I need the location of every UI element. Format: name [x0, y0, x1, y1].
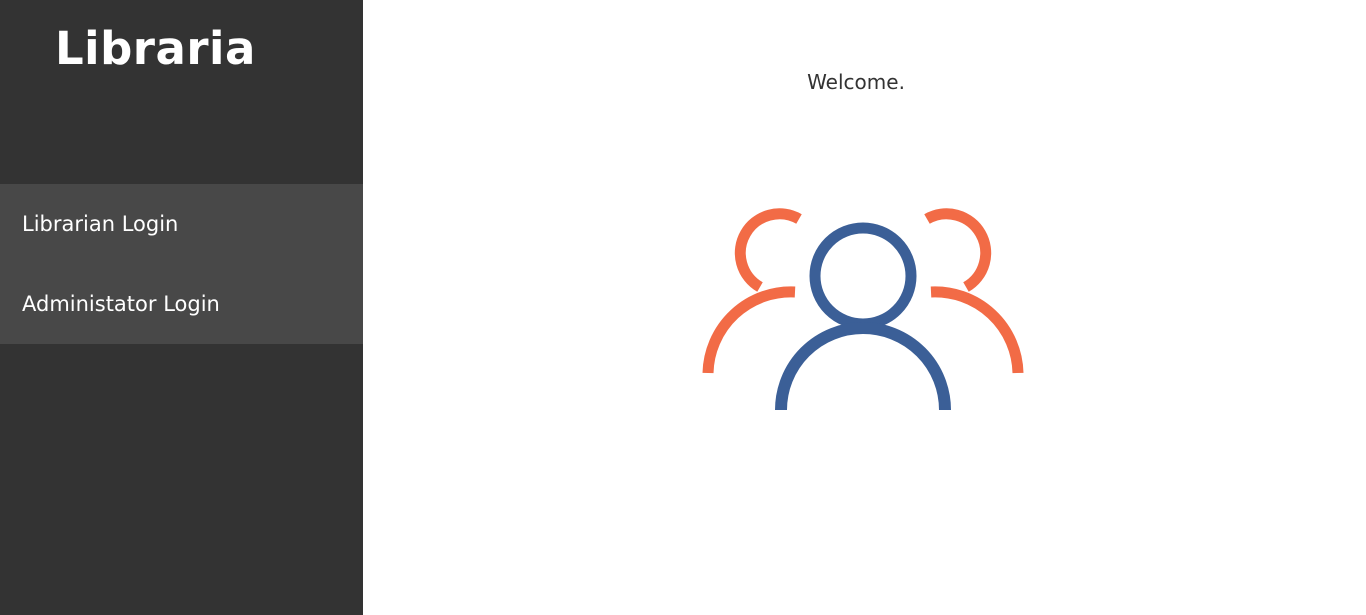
left-person-icon — [702, 208, 802, 374]
app-window: Libraria Librarian Login Administator Lo… — [0, 0, 1366, 615]
users-group-icon — [702, 208, 1024, 411]
sidebar-item-librarian-login[interactable]: Librarian Login — [22, 209, 178, 239]
right-person-icon — [924, 208, 1024, 374]
sidebar-nav: Librarian Login Administator Login — [0, 184, 363, 344]
welcome-message: Welcome. — [807, 70, 905, 94]
sidebar: Libraria Librarian Login Administator Lo… — [0, 0, 363, 615]
main-content: Welcome. — [363, 0, 1366, 615]
center-person-icon — [775, 222, 951, 411]
sidebar-item-administrator-login[interactable]: Administator Login — [22, 289, 220, 319]
app-title: Libraria — [55, 22, 256, 75]
